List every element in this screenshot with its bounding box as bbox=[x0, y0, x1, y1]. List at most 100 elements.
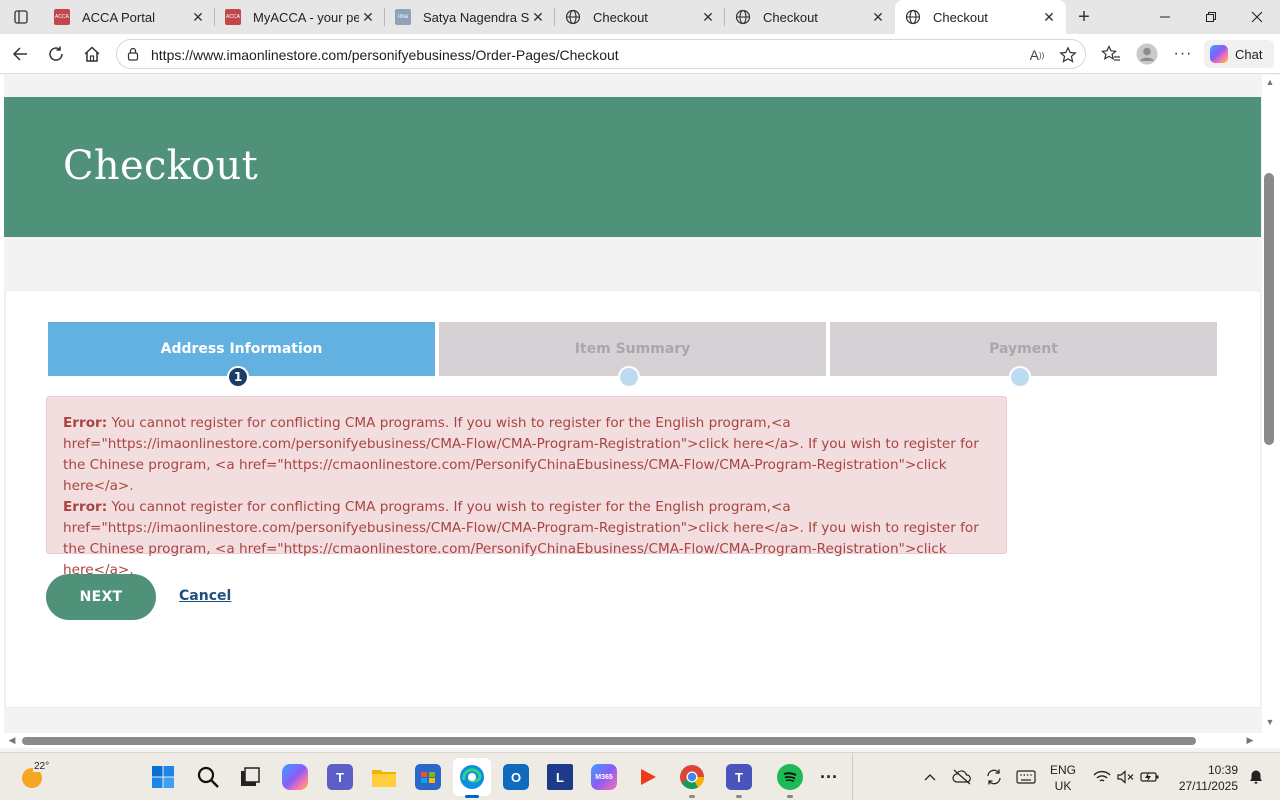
settings-more-button[interactable]: ··· bbox=[1167, 38, 1199, 70]
step-label: Address Information bbox=[160, 341, 323, 357]
cancel-link[interactable]: Cancel bbox=[179, 588, 231, 604]
favorites-button[interactable] bbox=[1095, 38, 1127, 70]
scroll-right-arrow-icon[interactable]: ▶ bbox=[1244, 735, 1256, 747]
home-icon bbox=[84, 46, 100, 62]
restore-icon bbox=[1206, 12, 1216, 22]
step-number-badge: 1 bbox=[227, 366, 249, 388]
weather-widget[interactable]: 22° bbox=[20, 761, 51, 789]
new-tab-button[interactable]: + bbox=[1070, 0, 1098, 34]
browser-tab[interactable]: ima Satya Nagendra Satya ✕ bbox=[385, 0, 555, 34]
error-prefix: Error: bbox=[63, 415, 108, 431]
plus-icon: + bbox=[1078, 5, 1090, 28]
close-icon bbox=[1251, 11, 1263, 23]
minimize-button[interactable] bbox=[1142, 0, 1188, 34]
cloud-offline-icon[interactable] bbox=[952, 767, 972, 787]
close-tab-icon[interactable]: ✕ bbox=[869, 8, 887, 26]
media-player-icon[interactable] bbox=[635, 764, 661, 790]
globe-icon bbox=[735, 9, 751, 25]
copilot-icon[interactable] bbox=[282, 764, 308, 790]
l-app-icon[interactable]: L bbox=[547, 764, 573, 790]
m365-icon[interactable]: M365 bbox=[591, 764, 617, 790]
edge-icon[interactable] bbox=[453, 758, 491, 796]
spotify-running-indicator bbox=[787, 795, 793, 798]
step-number-badge bbox=[1009, 366, 1031, 388]
site-info-lock-icon[interactable] bbox=[125, 46, 141, 62]
taskbar-divider bbox=[852, 753, 853, 800]
more-options-icon: ··· bbox=[1173, 45, 1193, 62]
horizontal-scrollbar[interactable]: ◀ ▶ bbox=[0, 733, 1262, 748]
chrome-icon[interactable] bbox=[679, 764, 705, 790]
vertical-scrollbar[interactable]: ▲ ▼ bbox=[1262, 75, 1280, 738]
input-language-indicator[interactable]: ENG UK bbox=[1050, 762, 1076, 794]
search-icon[interactable] bbox=[195, 764, 221, 790]
horizontal-scroll-thumb[interactable] bbox=[22, 737, 1196, 745]
clock-date: 27/11/2025 bbox=[1178, 779, 1238, 793]
checkout-header-banner: Checkout bbox=[4, 97, 1261, 237]
spotify-icon[interactable] bbox=[777, 764, 803, 790]
keyboard-icon[interactable] bbox=[1016, 767, 1036, 787]
teams-icon[interactable]: T bbox=[327, 764, 353, 790]
vertical-scroll-thumb[interactable] bbox=[1264, 173, 1274, 445]
step-label: Payment bbox=[989, 341, 1058, 357]
copilot-icon bbox=[1210, 45, 1228, 63]
sync-icon[interactable] bbox=[984, 767, 1004, 787]
battery-charging-icon[interactable] bbox=[1140, 767, 1160, 787]
page-title: Checkout bbox=[63, 143, 258, 189]
tab-title: ACCA Portal bbox=[82, 9, 155, 25]
profile-button[interactable] bbox=[1131, 38, 1163, 70]
tab-title: Satya Nagendra Satya bbox=[423, 9, 529, 25]
browser-tab[interactable]: Checkout ✕ bbox=[725, 0, 895, 34]
tab-actions-button[interactable] bbox=[0, 0, 42, 34]
outlook-icon[interactable]: O bbox=[503, 764, 529, 790]
next-button[interactable]: NEXT bbox=[46, 574, 156, 620]
scroll-up-arrow-icon[interactable]: ▲ bbox=[1264, 77, 1276, 89]
favorites-list-icon bbox=[1101, 45, 1120, 61]
scroll-left-arrow-icon[interactable]: ◀ bbox=[6, 735, 18, 747]
browser-tab[interactable]: Checkout ✕ bbox=[555, 0, 725, 34]
weather-temperature: 22° bbox=[33, 761, 51, 772]
back-button[interactable] bbox=[4, 38, 36, 70]
teams-work-icon[interactable]: T bbox=[726, 764, 752, 790]
home-button[interactable] bbox=[76, 38, 108, 70]
task-view-icon[interactable] bbox=[237, 764, 263, 790]
close-tab-icon[interactable]: ✕ bbox=[699, 8, 717, 26]
browser-tab-active[interactable]: Checkout ✕ bbox=[895, 0, 1066, 34]
tab-title: Checkout bbox=[593, 9, 648, 25]
globe-icon bbox=[565, 9, 581, 25]
close-tab-icon[interactable]: ✕ bbox=[1040, 8, 1058, 26]
notifications-icon[interactable] bbox=[1246, 767, 1266, 787]
scroll-down-arrow-icon[interactable]: ▼ bbox=[1264, 717, 1276, 729]
url-text[interactable]: https://www.imaonlinestore.com/personify… bbox=[151, 47, 619, 63]
close-window-button[interactable] bbox=[1234, 0, 1280, 34]
close-tab-icon[interactable]: ✕ bbox=[189, 8, 207, 26]
windows-taskbar: 22° T O L M365 T ··· ENG UK 10:39 27/11/… bbox=[0, 752, 1280, 800]
minimize-icon bbox=[1160, 16, 1170, 18]
wifi-icon[interactable] bbox=[1092, 767, 1112, 787]
refresh-button[interactable] bbox=[40, 38, 72, 70]
system-clock[interactable]: 10:39 27/11/2025 bbox=[1172, 762, 1238, 794]
refresh-icon bbox=[49, 46, 63, 61]
show-hidden-icons-chevron-icon[interactable] bbox=[920, 767, 940, 787]
close-tab-icon[interactable]: ✕ bbox=[359, 8, 377, 26]
chrome-running-indicator bbox=[689, 795, 695, 798]
tab-title: MyACCA - your personal bbox=[253, 9, 359, 25]
restore-button[interactable] bbox=[1188, 0, 1234, 34]
globe-icon bbox=[905, 9, 921, 25]
edge-running-indicator bbox=[465, 795, 479, 798]
browser-tab[interactable]: ACCA MyACCA - your personal ✕ bbox=[215, 0, 385, 34]
store-icon[interactable] bbox=[415, 764, 441, 790]
close-tab-icon[interactable]: ✕ bbox=[529, 8, 547, 26]
error-text: You cannot register for conflicting CMA … bbox=[63, 415, 979, 494]
browser-tab[interactable]: ACCA ACCA Portal ✕ bbox=[44, 0, 215, 34]
address-bar[interactable]: https://www.imaonlinestore.com/personify… bbox=[116, 39, 1086, 69]
copilot-chat-button[interactable]: Chat bbox=[1204, 40, 1274, 68]
read-aloud-icon[interactable]: A)) bbox=[1025, 43, 1049, 67]
more-apps-icon[interactable]: ··· bbox=[816, 764, 842, 790]
chat-label: Chat bbox=[1235, 46, 1263, 62]
start-icon[interactable] bbox=[150, 764, 176, 790]
file-explorer-icon[interactable] bbox=[371, 764, 397, 790]
favorite-star-icon[interactable] bbox=[1056, 43, 1080, 67]
volume-muted-icon[interactable] bbox=[1116, 767, 1136, 787]
teams-running-indicator bbox=[736, 795, 742, 798]
acca-favicon: ACCA bbox=[225, 9, 241, 25]
